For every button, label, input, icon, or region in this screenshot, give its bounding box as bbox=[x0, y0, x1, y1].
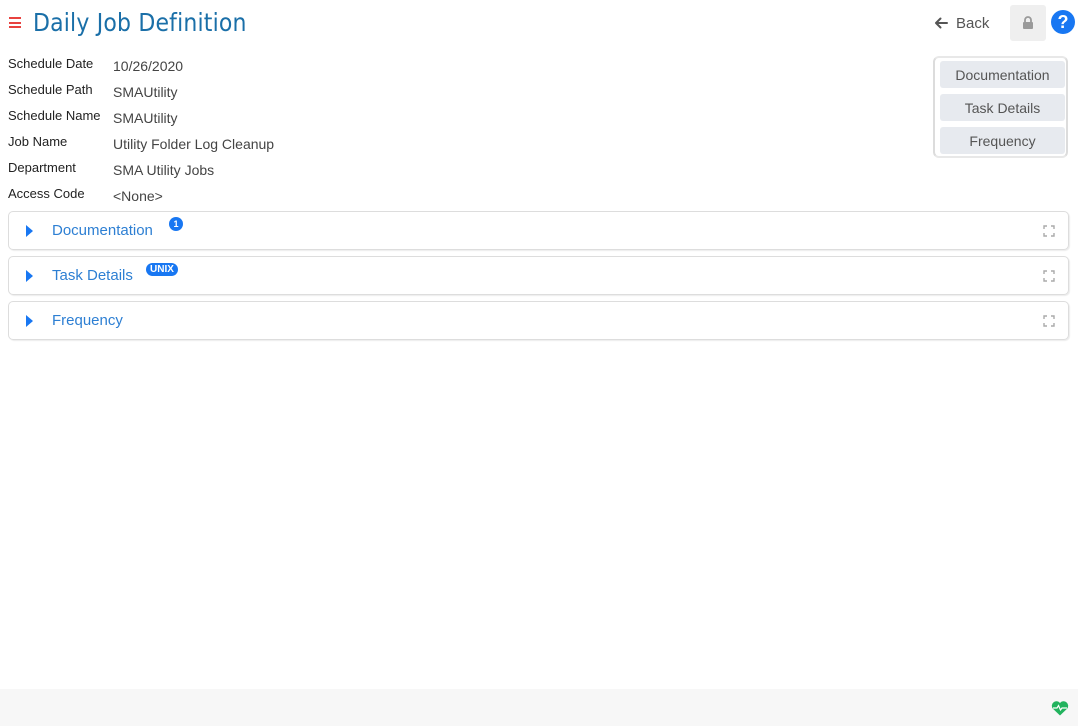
property-row-access-code: Access Code <None> bbox=[8, 186, 274, 212]
property-row-schedule-name: Schedule Name SMAUtility bbox=[8, 108, 274, 134]
property-label: Department bbox=[8, 160, 76, 175]
expand-icon[interactable] bbox=[1043, 315, 1055, 327]
section-quick-nav: Documentation Task Details Frequency bbox=[933, 56, 1068, 158]
job-properties: Schedule Date 10/26/2020 Schedule Path S… bbox=[8, 56, 274, 212]
property-row-schedule-date: Schedule Date 10/26/2020 bbox=[8, 56, 274, 82]
page-title: Daily Job Definition bbox=[33, 8, 247, 37]
arrow-left-icon bbox=[935, 17, 948, 29]
count-badge: 1 bbox=[169, 217, 183, 231]
back-button[interactable]: Back bbox=[934, 12, 989, 34]
section-task-details[interactable]: Task Details UNIX bbox=[8, 256, 1069, 295]
property-row-department: Department SMA Utility Jobs bbox=[8, 160, 274, 186]
heartbeat-icon[interactable] bbox=[1051, 700, 1069, 716]
property-value: SMA Utility Jobs bbox=[113, 162, 215, 178]
section-documentation[interactable]: Documentation 1 bbox=[8, 211, 1069, 250]
caret-right-icon[interactable] bbox=[26, 270, 33, 282]
property-value: SMAUtility bbox=[113, 84, 178, 100]
back-label: Back bbox=[956, 14, 990, 32]
property-label: Schedule Name bbox=[8, 108, 101, 123]
lock-button[interactable] bbox=[1010, 5, 1046, 41]
section-frequency[interactable]: Frequency bbox=[8, 301, 1069, 340]
property-value: 10/26/2020 bbox=[113, 58, 184, 74]
property-value: SMAUtility bbox=[113, 110, 178, 126]
property-value: Utility Folder Log Cleanup bbox=[113, 136, 275, 152]
footer bbox=[0, 689, 1078, 726]
help-button[interactable]: ? bbox=[1051, 10, 1075, 34]
property-label: Schedule Date bbox=[8, 56, 94, 71]
lock-icon bbox=[1023, 16, 1033, 29]
property-label: Job Name bbox=[8, 134, 68, 149]
quicknav-frequency-button[interactable]: Frequency bbox=[940, 127, 1065, 154]
expand-icon[interactable] bbox=[1043, 225, 1055, 237]
property-label: Schedule Path bbox=[8, 82, 93, 97]
section-title[interactable]: Frequency bbox=[52, 312, 123, 329]
quicknav-documentation-button[interactable]: Documentation bbox=[940, 61, 1065, 88]
caret-right-icon[interactable] bbox=[26, 225, 33, 237]
platform-badge: UNIX bbox=[146, 263, 178, 276]
property-label: Access Code bbox=[8, 186, 85, 201]
caret-right-icon[interactable] bbox=[26, 315, 33, 327]
section-title[interactable]: Documentation bbox=[52, 222, 153, 239]
property-row-schedule-path: Schedule Path SMAUtility bbox=[8, 82, 274, 108]
expand-icon[interactable] bbox=[1043, 270, 1055, 282]
property-value: <None> bbox=[113, 188, 163, 204]
section-title[interactable]: Task Details bbox=[52, 267, 133, 284]
question-circle-icon: ? bbox=[1057, 11, 1069, 32]
quicknav-task-details-button[interactable]: Task Details bbox=[940, 94, 1065, 121]
hamburger-menu-icon[interactable] bbox=[9, 17, 21, 28]
header: Daily Job Definition Back ? bbox=[0, 0, 1078, 50]
property-row-job-name: Job Name Utility Folder Log Cleanup bbox=[8, 134, 274, 160]
